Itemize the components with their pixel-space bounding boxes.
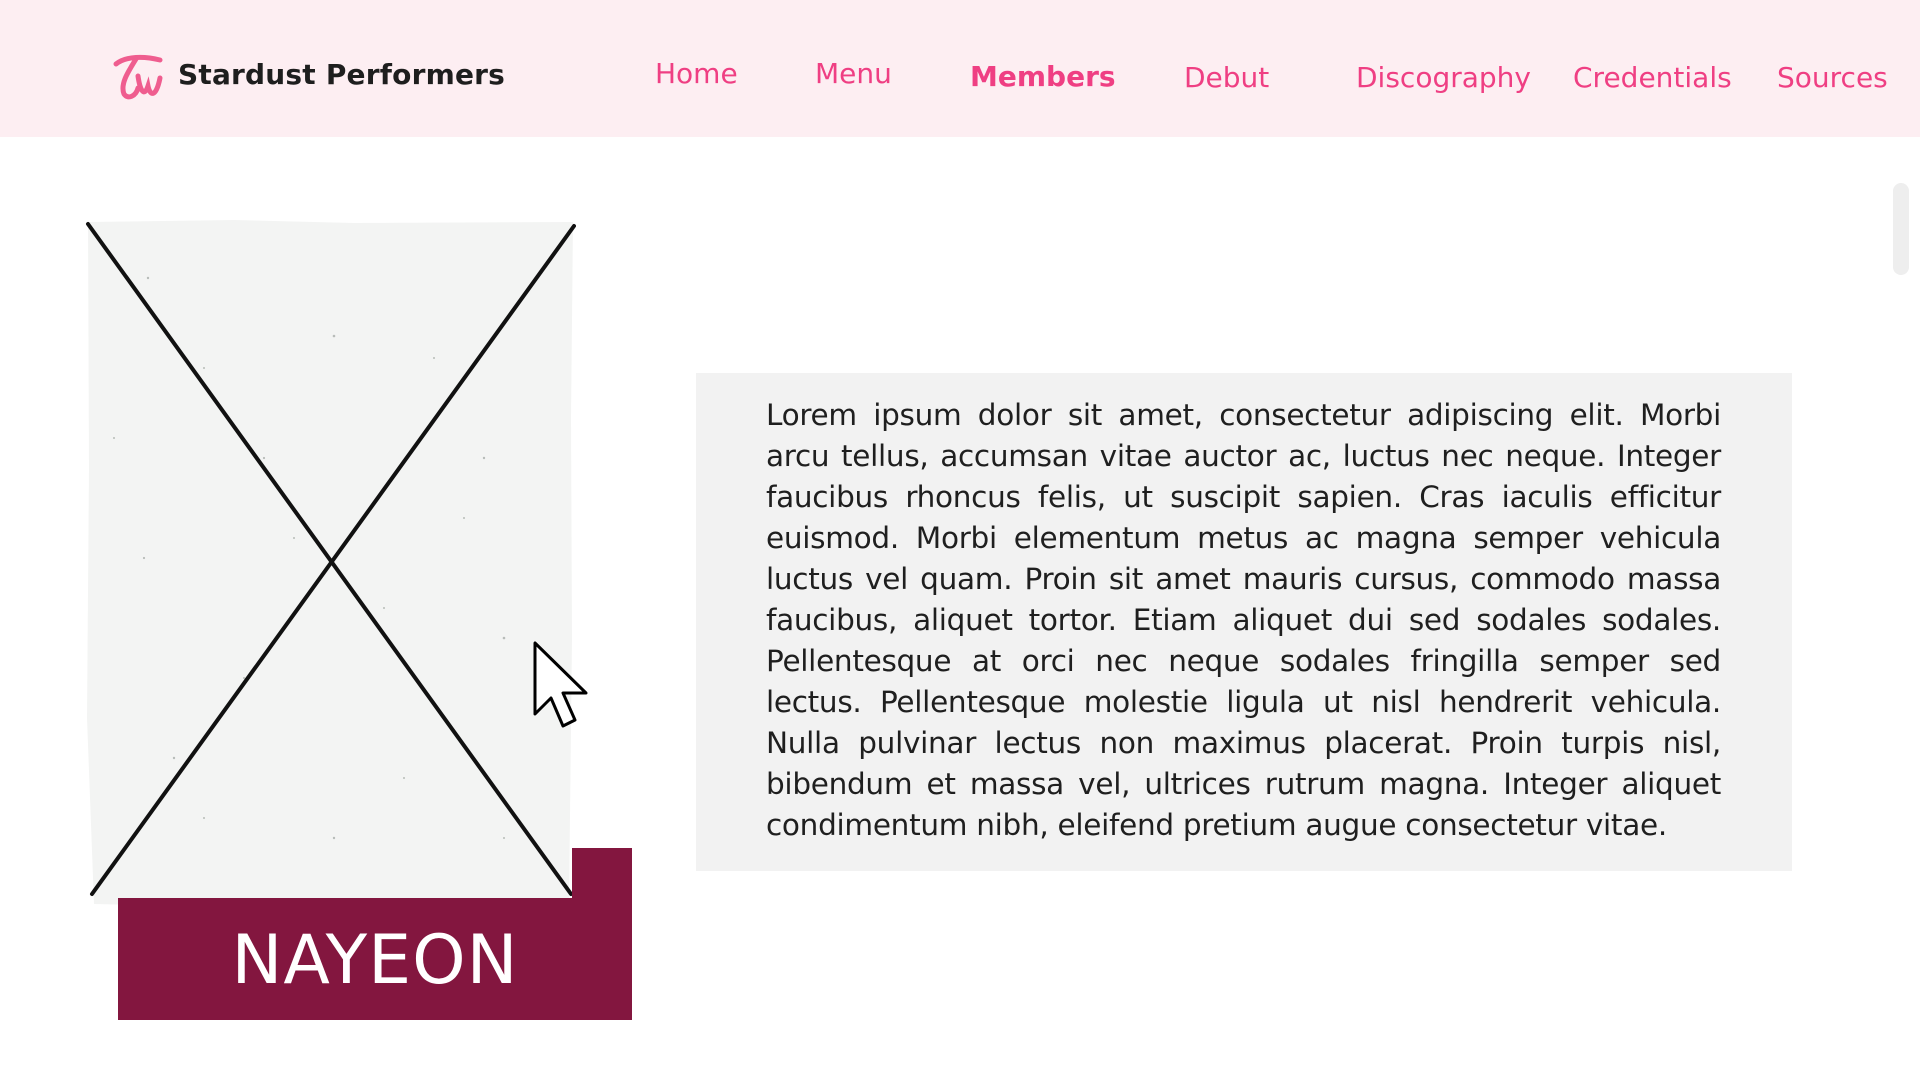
nav-item-home[interactable]: Home [655,57,738,90]
image-placeholder-icon [86,220,576,908]
nav-item-credentials[interactable]: Credentials [1573,61,1732,94]
nav-item-debut[interactable]: Debut [1184,61,1269,94]
member-name: NAYEON [231,920,519,1000]
top-navigation-bar: Stardust Performers Home Menu Members De… [0,0,1920,137]
mouse-pointer-icon [533,641,588,728]
member-bio: Lorem ipsum dolor sit amet, consectetur … [766,398,1721,842]
nav-item-sources[interactable]: Sources [1777,61,1888,94]
main-nav: Home Menu Members Debut Discography Cred… [0,52,1920,102]
nav-item-members[interactable]: Members [970,60,1116,93]
member-photo [84,218,576,908]
scrollbar-thumb[interactable] [1893,183,1909,275]
bio-box: Lorem ipsum dolor sit amet, consectetur … [696,373,1792,871]
nav-item-menu[interactable]: Menu [815,57,892,90]
nav-item-discography[interactable]: Discography [1356,61,1531,94]
